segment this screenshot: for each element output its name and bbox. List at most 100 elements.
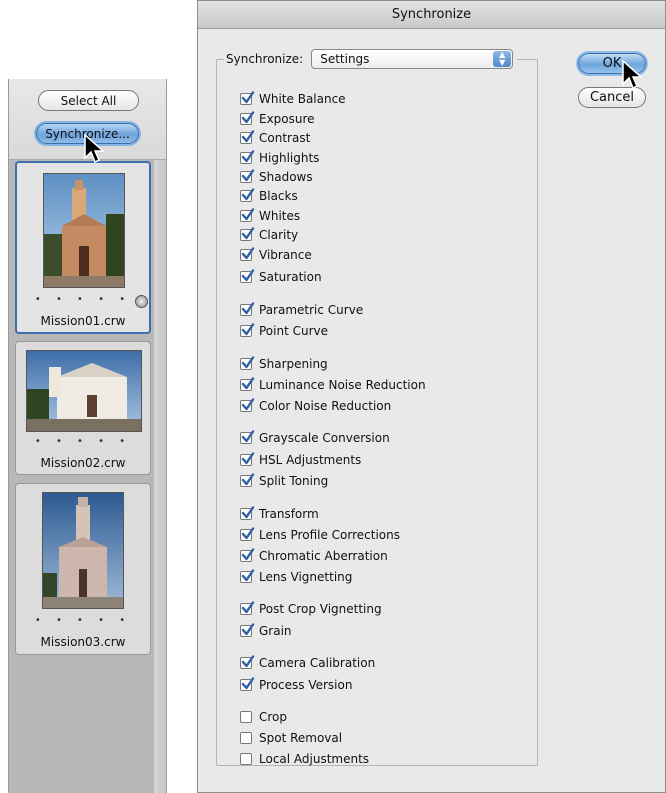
setting-row[interactable]: Saturation	[240, 269, 322, 285]
rating-dots[interactable]: • • • • •	[16, 436, 150, 447]
setting-label: Transform	[259, 507, 319, 521]
setting-row[interactable]: Clarity	[240, 227, 298, 243]
setting-row[interactable]: HSL Adjustments	[240, 452, 361, 468]
setting-row[interactable]: Lens Profile Corrections	[240, 527, 400, 543]
setting-checkbox[interactable]	[240, 208, 255, 222]
checkmark-icon	[241, 398, 255, 411]
checkmark-icon	[241, 548, 255, 561]
setting-row[interactable]: Camera Calibration	[240, 655, 375, 671]
setting-row[interactable]: Color Noise Reduction	[240, 398, 391, 414]
setting-checkbox[interactable]	[240, 169, 255, 183]
synchronize-button[interactable]: Synchronize...	[36, 123, 139, 144]
setting-checkbox[interactable]	[240, 377, 255, 391]
setting-label: HSL Adjustments	[259, 453, 362, 467]
filmstrip-panel: Select All Synchronize... • • • • • Miss…	[8, 79, 167, 793]
setting-checkbox[interactable]	[240, 711, 252, 723]
thumbnail-mission03[interactable]: • • • • • Mission03.crw	[15, 483, 151, 655]
setting-checkbox[interactable]	[240, 732, 252, 744]
setting-row[interactable]: Process Version	[240, 677, 352, 693]
setting-row[interactable]: Blacks	[240, 188, 298, 204]
synchronize-label: Synchronize:	[226, 52, 304, 66]
thumbnail-mission02[interactable]: • • • • • Mission02.crw	[15, 341, 151, 475]
setting-checkbox[interactable]	[240, 356, 255, 370]
setting-checkbox[interactable]	[240, 753, 252, 765]
setting-checkbox[interactable]	[240, 130, 255, 144]
setting-checkbox[interactable]	[240, 111, 255, 125]
thumbnail-mission01[interactable]: • • • • • Mission01.crw	[15, 161, 151, 334]
setting-row[interactable]: Sharpening	[240, 356, 328, 372]
checkmark-icon	[241, 506, 255, 519]
setting-row[interactable]: Chromatic Aberration	[240, 548, 388, 564]
setting-row[interactable]: Crop	[240, 709, 287, 725]
setting-checkbox[interactable]	[240, 506, 255, 520]
setting-label: Lens Profile Corrections	[259, 528, 400, 542]
setting-checkbox[interactable]	[240, 677, 255, 691]
setting-row[interactable]: Shadows	[240, 169, 313, 185]
setting-checkbox[interactable]	[240, 601, 255, 615]
setting-row[interactable]: Transform	[240, 506, 319, 522]
setting-label: Camera Calibration	[259, 656, 376, 670]
checkmark-icon	[241, 302, 255, 315]
checkmark-icon	[241, 150, 255, 163]
setting-row[interactable]: Exposure	[240, 111, 315, 127]
setting-checkbox[interactable]	[240, 623, 255, 637]
checkmark-icon	[241, 91, 255, 104]
setting-checkbox[interactable]	[240, 150, 255, 164]
rating-dots[interactable]: • • • • •	[17, 294, 149, 305]
setting-checkbox[interactable]	[240, 302, 255, 316]
checkmark-icon	[241, 169, 255, 182]
setting-checkbox[interactable]	[240, 269, 255, 283]
setting-label: Highlights	[259, 151, 320, 165]
setting-checkbox[interactable]	[240, 91, 255, 105]
setting-checkbox[interactable]	[240, 655, 255, 669]
setting-row[interactable]: Vibrance	[240, 247, 312, 263]
checkmark-icon	[241, 623, 255, 636]
setting-row[interactable]: Local Adjustments	[240, 751, 369, 767]
setting-row[interactable]: Highlights	[240, 150, 319, 166]
cancel-button[interactable]: Cancel	[578, 87, 646, 108]
rating-dots[interactable]: • • • • •	[16, 615, 150, 626]
setting-checkbox[interactable]	[240, 188, 255, 202]
setting-label: Exposure	[259, 112, 315, 126]
setting-checkbox[interactable]	[240, 227, 255, 241]
setting-checkbox[interactable]	[240, 569, 255, 583]
checkmark-icon	[241, 269, 255, 282]
ok-button[interactable]: OK	[578, 53, 646, 74]
setting-checkbox[interactable]	[240, 398, 255, 412]
setting-row[interactable]: Parametric Curve	[240, 302, 363, 318]
setting-label: Grayscale Conversion	[259, 431, 390, 445]
setting-row[interactable]: Whites	[240, 208, 300, 224]
filmstrip-toolbar: Select All Synchronize...	[9, 79, 166, 160]
setting-row[interactable]: Grain	[240, 623, 292, 639]
checkmark-icon	[241, 247, 255, 260]
synchronize-popup[interactable]: Settings ▲ ▼	[311, 49, 514, 69]
setting-row[interactable]: Point Curve	[240, 323, 328, 339]
setting-row[interactable]: Split Toning	[240, 473, 328, 489]
setting-row[interactable]: Lens Vignetting	[240, 569, 352, 585]
setting-checkbox[interactable]	[240, 548, 255, 562]
checkmark-icon	[241, 188, 255, 201]
filmstrip-scrollbar[interactable]	[154, 160, 166, 793]
setting-row[interactable]: Contrast	[240, 130, 310, 146]
setting-label: Whites	[259, 209, 301, 223]
setting-label: White Balance	[259, 92, 346, 106]
dialog-title: Synchronize	[198, 1, 665, 29]
setting-label: Chromatic Aberration	[259, 549, 388, 563]
setting-row[interactable]: Post Crop Vignetting	[240, 601, 382, 617]
setting-row[interactable]: Spot Removal	[240, 730, 342, 746]
setting-checkbox[interactable]	[240, 430, 255, 444]
setting-checkbox[interactable]	[240, 247, 255, 261]
setting-label: Shadows	[259, 170, 313, 184]
setting-checkbox[interactable]	[240, 452, 255, 466]
select-all-button[interactable]: Select All	[38, 90, 139, 111]
setting-checkbox[interactable]	[240, 527, 255, 541]
checkmark-icon	[241, 601, 255, 614]
setting-row[interactable]: White Balance	[240, 91, 346, 107]
setting-label: Split Toning	[259, 474, 329, 488]
setting-label: Blacks	[259, 189, 298, 203]
setting-row[interactable]: Grayscale Conversion	[240, 430, 390, 446]
setting-checkbox[interactable]	[240, 473, 255, 487]
setting-checkbox[interactable]	[240, 323, 255, 337]
synchronize-selector: Synchronize: Settings ▲ ▼	[224, 48, 518, 70]
setting-row[interactable]: Luminance Noise Reduction	[240, 377, 426, 393]
